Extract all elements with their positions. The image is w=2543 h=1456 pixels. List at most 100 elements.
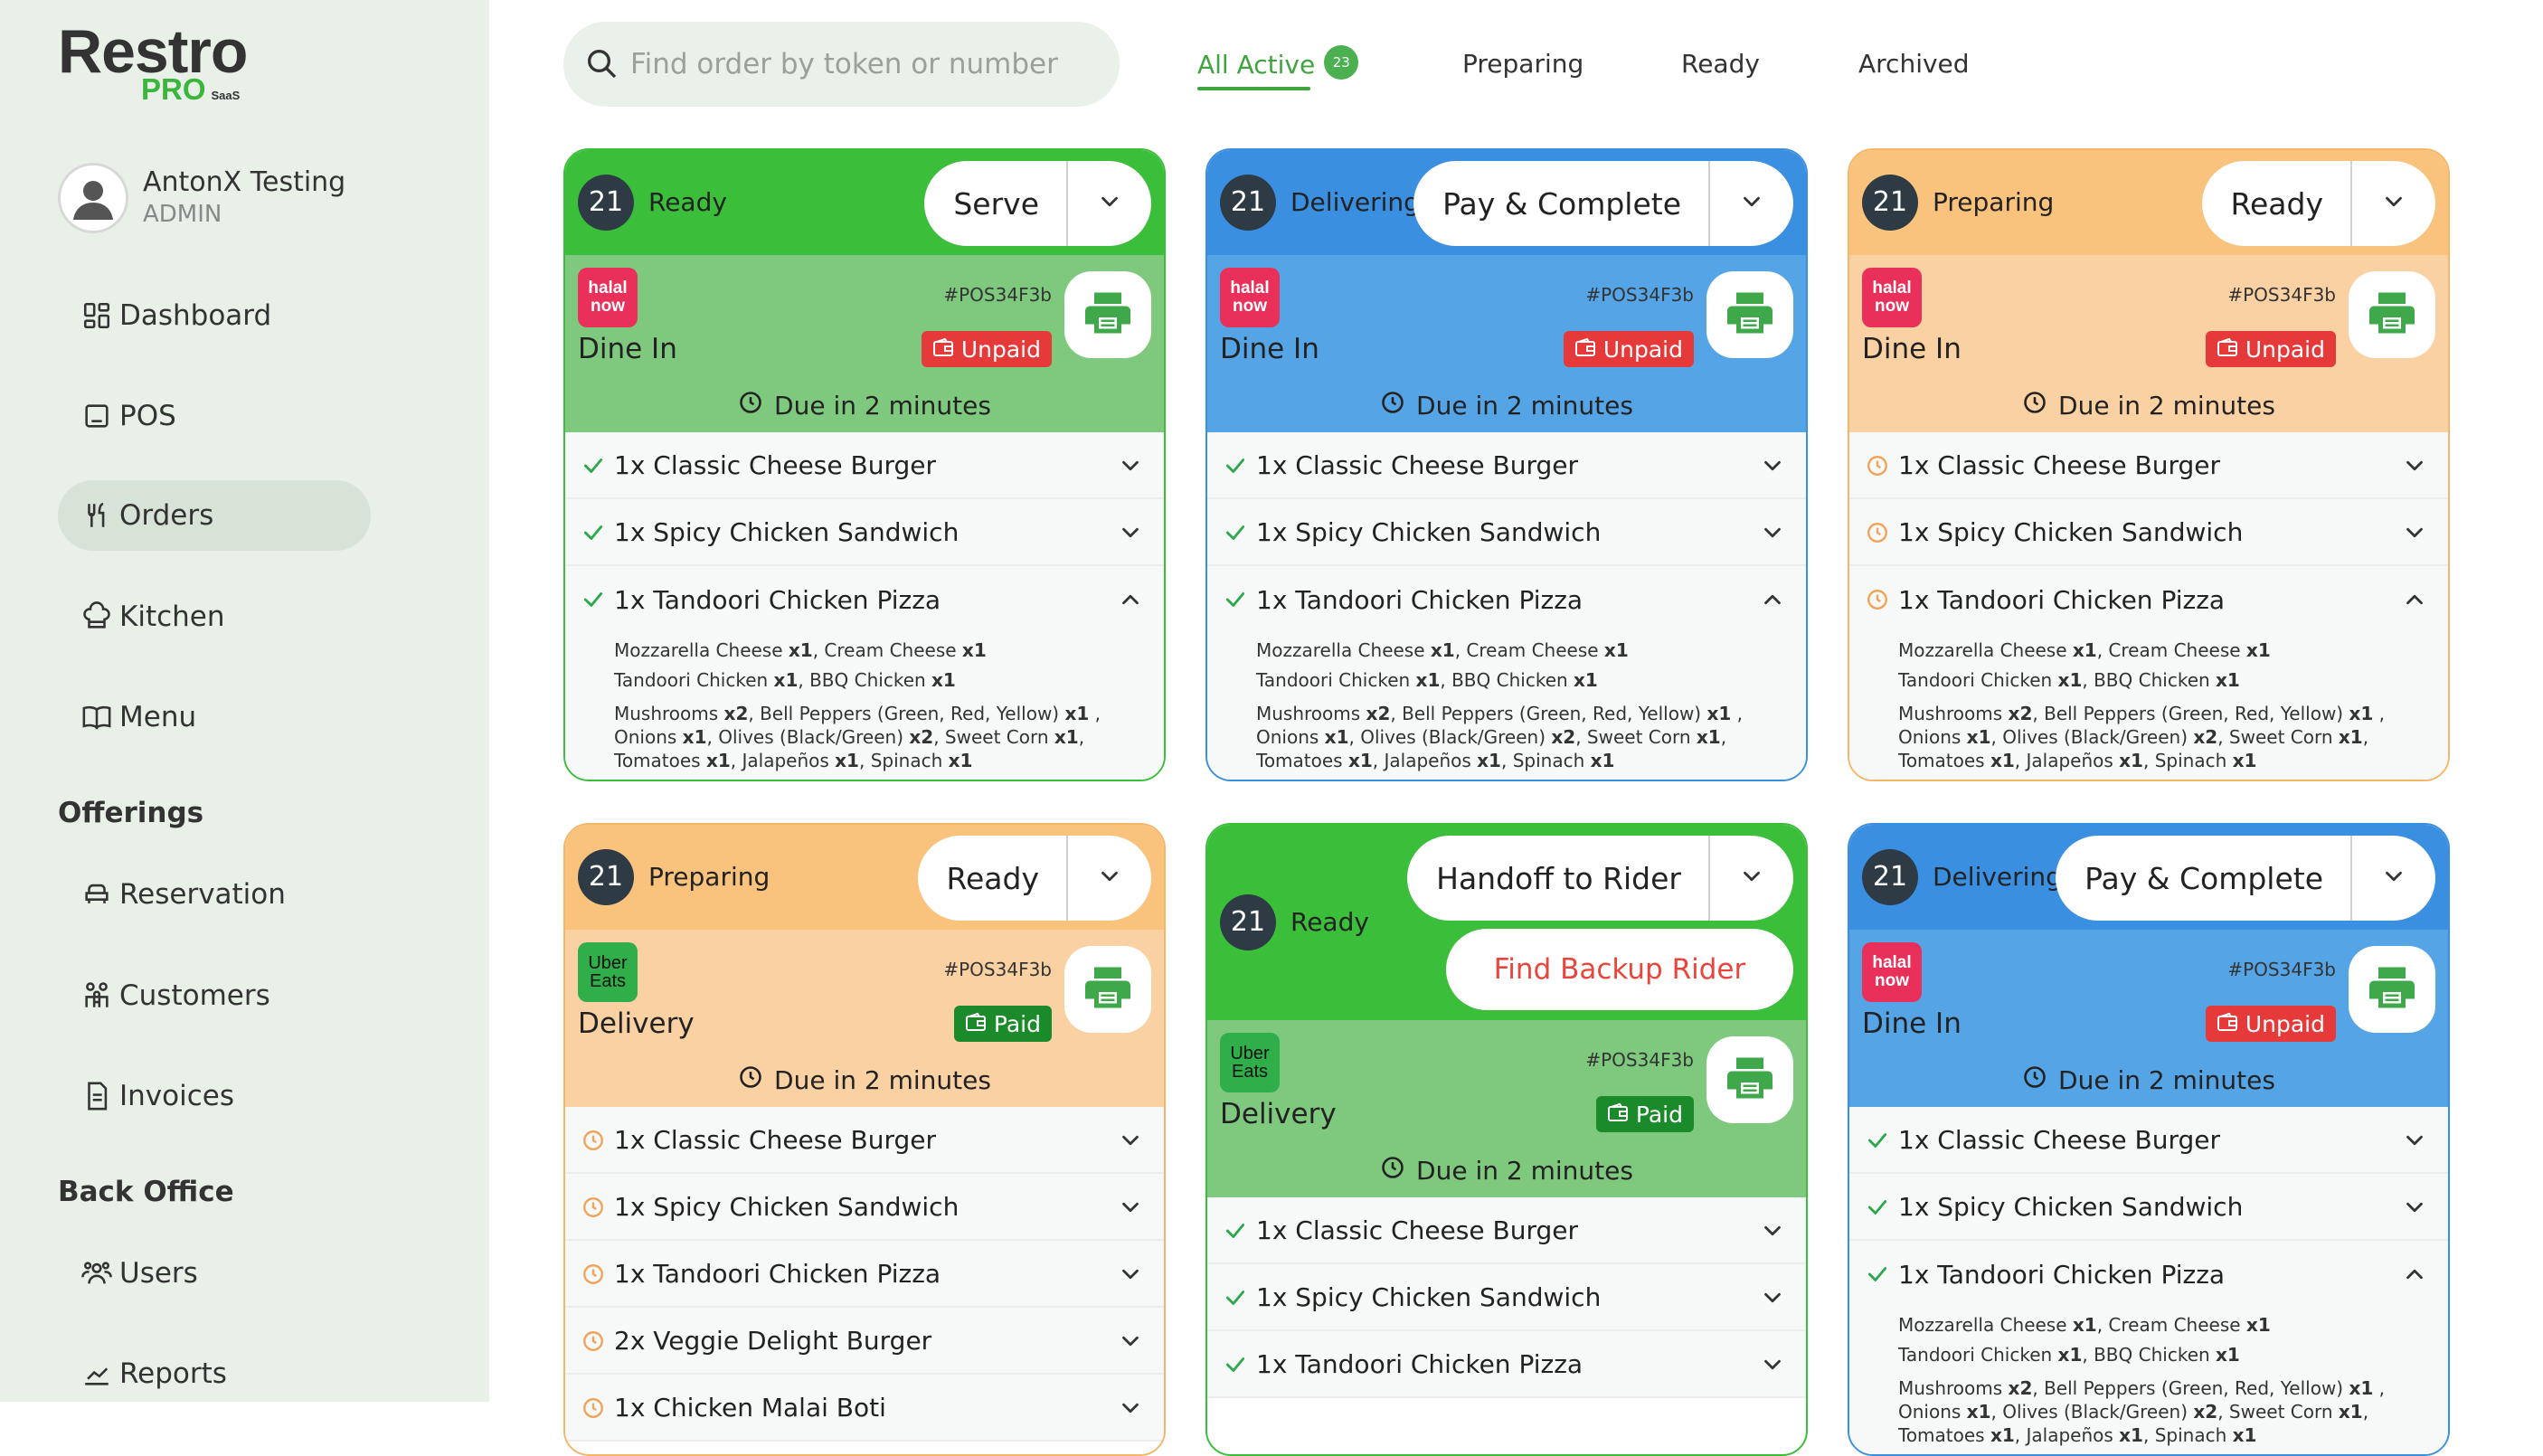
chevron-down-icon[interactable] [2401,1127,2428,1160]
order-item[interactable]: 1x Tandoori Chicken Pizza [565,566,1164,633]
order-item[interactable]: 1x Chicken Malai Boti [565,1375,1164,1442]
primary-action-button[interactable]: Pay & Complete [1413,161,1710,246]
order-number: #POS34F3b [2227,959,2336,980]
tab-preparing[interactable]: Preparing [1462,49,1583,79]
print-button[interactable] [1064,946,1151,1033]
order-item[interactable]: 1x Tandoori Chicken Pizza [1207,1331,1806,1398]
order-item[interactable]: 1x Tandoori Chicken Pizza [1207,566,1806,633]
action-dropdown-button[interactable] [1068,161,1151,246]
order-item[interactable]: 1x Classic Cheese Burger [1207,432,1806,499]
order-item[interactable]: 1x Classic Cheese Burger [565,1107,1164,1174]
logo-line: now [591,297,625,316]
nav-label: Menu [119,701,197,733]
chevron-up-icon[interactable] [1117,586,1144,619]
chevron-down-icon[interactable] [1117,519,1144,553]
find-backup-rider-button[interactable]: Find Backup Rider [1446,929,1793,1010]
order-item[interactable]: 1x Spicy Chicken Sandwich [1207,499,1806,566]
primary-action-button[interactable]: Pay & Complete [2056,836,2352,921]
nav-item-invoices[interactable]: Invoices [58,1061,371,1131]
orders-icon [88,502,105,527]
chevron-down-icon[interactable] [2401,452,2428,486]
nav-item-orders[interactable]: Orders [58,480,371,551]
action-dropdown-button[interactable] [1068,836,1151,921]
modifier-qty: x2 [723,703,749,724]
nav-item-customers[interactable]: Customers [58,960,371,1031]
nav-item-pos[interactable]: POS [58,381,371,451]
chevron-down-icon[interactable] [1759,1284,1786,1318]
chevron-down-icon[interactable] [1117,1127,1144,1160]
modifier-name: Tandoori Chicken [614,669,774,691]
chevron-down-icon[interactable] [1117,1395,1144,1428]
chevron-down-icon [1738,863,1765,893]
order-item[interactable]: 1x Tandoori Chicken Pizza [565,1241,1164,1308]
primary-action-button[interactable]: Serve [924,161,1068,246]
chevron-down-icon[interactable] [1117,1261,1144,1294]
chevron-down-icon[interactable] [2401,519,2428,553]
print-button[interactable] [1706,271,1793,358]
due-time: Due in 2 minutes [1207,378,1806,432]
modifier-qty: x1 [2057,669,2083,691]
chevron-down-icon[interactable] [1117,1194,1144,1227]
pos-icon [85,404,109,428]
payment-badge: Paid [953,1006,1052,1042]
print-button[interactable] [1706,1036,1793,1123]
clock-icon [1866,588,1889,618]
reports-icon [85,1367,109,1385]
chevron-up-icon[interactable] [2401,1261,2428,1294]
modifier-name: , Bell Peppers (Green, Red, Yellow) [1390,703,1707,724]
order-item[interactable]: 1x Tandoori Chicken Pizza [1849,1241,2448,1308]
order-item[interactable]: 1x Spicy Chicken Sandwich [1849,499,2448,566]
tab-archived[interactable]: Archived [1858,49,1970,79]
print-button[interactable] [2349,946,2435,1033]
search-bar[interactable] [563,22,1120,107]
chevron-down-icon[interactable] [1117,1328,1144,1361]
order-item[interactable]: 1x Classic Cheese Burger [1849,432,2448,499]
primary-action-button[interactable]: Ready [2202,161,2352,246]
chevron-down-icon[interactable] [1759,519,1786,553]
order-item[interactable]: 2x Veggie Delight Burger [565,1308,1164,1375]
primary-action-button[interactable]: Ready [918,836,1068,921]
order-item[interactable]: 1x Tandoori Chicken Pizza [1849,566,2448,633]
order-item[interactable]: 1x Classic Cheese Burger [1849,1107,2448,1174]
chevron-down-icon[interactable] [2401,1194,2428,1227]
wallet-icon [2217,336,2245,363]
modifier-name: Tomatoes [1898,750,1990,771]
logo-saas: SaaS [211,89,241,102]
tab-ready[interactable]: Ready [1681,49,1760,79]
chevron-down-icon[interactable] [1759,452,1786,486]
tab-all-active[interactable]: All Active 23 [1197,45,1359,90]
nav-item-users[interactable]: Users [58,1238,371,1309]
printer-icon [2365,286,2419,344]
order-item[interactable]: 1x Spicy Chicken Sandwich [1849,1174,2448,1241]
action-dropdown-button[interactable] [1710,161,1793,246]
nav-item-reservation[interactable]: Reservation [58,859,371,930]
user-profile[interactable]: AntonX Testing ADMIN [58,163,420,239]
action-dropdown-button[interactable] [1710,836,1793,921]
order-item[interactable]: 1x Spicy Chicken Sandwich [565,1174,1164,1241]
nav-item-kitchen[interactable]: Kitchen [58,581,371,652]
action-dropdown-button[interactable] [2352,161,2435,246]
chevron-down-icon[interactable] [1117,452,1144,486]
nav-item-reports[interactable]: Reports [58,1338,371,1409]
chevron-up-icon[interactable] [2401,586,2428,619]
search-input[interactable] [630,22,1101,107]
token-badge: 21 [1220,175,1276,231]
chevron-up-icon[interactable] [1759,586,1786,619]
card-header: 21 Ready Serve [565,150,1164,255]
modifier-line: Mushrooms x2, Bell Peppers (Green, Red, … [1256,702,1788,725]
order-item[interactable]: 1x Classic Cheese Burger [565,432,1164,499]
action-dropdown-button[interactable] [2352,836,2435,921]
invoices-icon [88,1082,108,1111]
print-button[interactable] [1064,271,1151,358]
logo-line: halal [1230,279,1270,298]
primary-action-button[interactable]: Handoff to Rider [1407,836,1710,921]
print-button[interactable] [2349,271,2435,358]
order-item[interactable]: 1x Classic Cheese Burger [1207,1197,1806,1264]
nav-item-dashboard[interactable]: Dashboard [58,280,371,351]
chevron-down-icon[interactable] [1759,1217,1786,1251]
nav-item-menu[interactable]: Menu [58,682,371,752]
app-logo[interactable]: Restro PRO SaaS [58,20,248,106]
order-item[interactable]: 1x Spicy Chicken Sandwich [565,499,1164,566]
order-item[interactable]: 1x Spicy Chicken Sandwich [1207,1264,1806,1331]
chevron-down-icon[interactable] [1759,1351,1786,1385]
